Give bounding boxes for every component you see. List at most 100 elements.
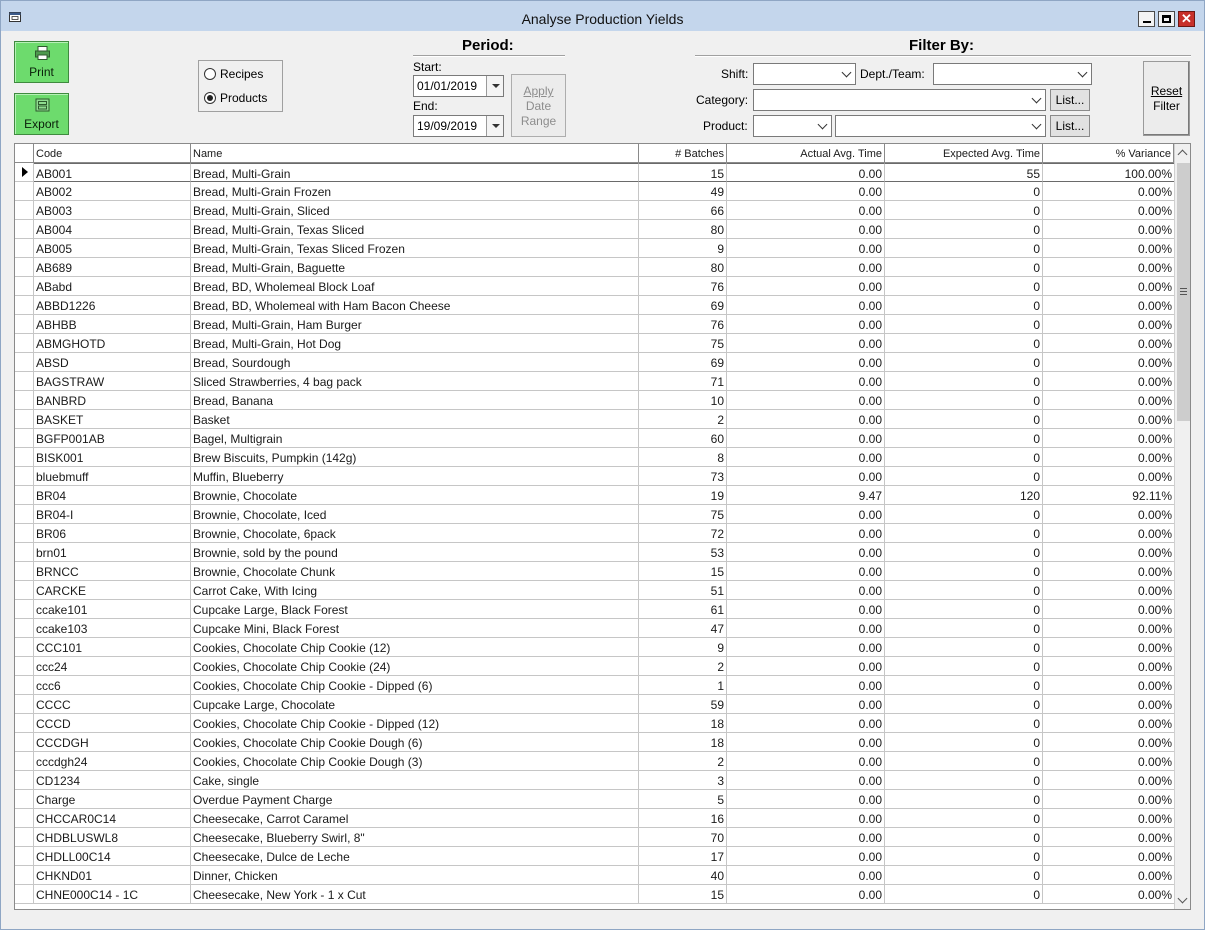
cell-batches[interactable]: 59 [639,695,727,714]
cell-batches[interactable]: 80 [639,258,727,277]
table-row[interactable]: BASKET Basket 2 0.00 0 0.00% [15,410,1174,429]
cell-name[interactable]: Bread, BD, Wholemeal Block Loaf [191,277,639,296]
table-row[interactable]: BRNCC Brownie, Chocolate Chunk 15 0.00 0 0.00… [15,562,1174,581]
row-selector[interactable] [15,334,34,353]
cell-code[interactable]: brn01 [34,543,191,562]
row-selector[interactable] [15,486,34,505]
cell-batches[interactable]: 5 [639,790,727,809]
table-row[interactable]: ccake103 Cupcake Mini, Black Forest 47 0.00… [15,619,1174,638]
cell-variance[interactable]: 0.00% [1043,429,1174,448]
row-selector[interactable] [15,771,34,790]
cell-batches[interactable]: 76 [639,277,727,296]
cell-batches[interactable]: 69 [639,296,727,315]
cell-variance[interactable]: 0.00% [1043,847,1174,866]
cell-variance[interactable]: 0.00% [1043,771,1174,790]
table-row[interactable]: CHKND01 Dinner, Chicken 40 0.00 0 0.00% [15,866,1174,885]
cell-variance[interactable]: 0.00% [1043,182,1174,201]
table-row[interactable]: ABabd Bread, BD, Wholemeal Block Loaf 76 0.… [15,277,1174,296]
row-selector[interactable] [15,391,34,410]
row-selector[interactable] [15,581,34,600]
cell-name[interactable]: Bread, Banana [191,391,639,410]
cell-actual-avg-time[interactable]: 0.00 [727,391,885,410]
cell-variance[interactable]: 0.00% [1043,372,1174,391]
cell-code[interactable]: Charge [34,790,191,809]
cell-variance[interactable]: 0.00% [1043,790,1174,809]
cell-actual-avg-time[interactable]: 0.00 [727,714,885,733]
cell-batches[interactable]: 70 [639,828,727,847]
cell-variance[interactable]: 0.00% [1043,733,1174,752]
cell-actual-avg-time[interactable]: 0.00 [727,182,885,201]
cell-expected-avg-time[interactable]: 0 [885,581,1043,600]
row-selector[interactable] [15,448,34,467]
product-select[interactable] [753,115,832,137]
cell-name[interactable]: Bread, Multi-Grain, Texas Sliced Frozen [191,239,639,258]
cell-expected-avg-time[interactable]: 0 [885,619,1043,638]
cell-name[interactable]: Brownie, Chocolate Chunk [191,562,639,581]
cell-actual-avg-time[interactable]: 0.00 [727,429,885,448]
cell-code[interactable]: AB003 [34,201,191,220]
product-list-button[interactable]: List... [1050,115,1090,137]
cell-name[interactable]: Overdue Payment Charge [191,790,639,809]
cell-actual-avg-time[interactable]: 0.00 [727,296,885,315]
cell-batches[interactable]: 49 [639,182,727,201]
cell-code[interactable]: CHDLL00C14 [34,847,191,866]
scroll-down-icon[interactable] [1175,892,1190,909]
scroll-up-icon[interactable] [1175,144,1190,161]
row-selector[interactable] [15,790,34,809]
row-selector[interactable] [15,353,34,372]
table-row[interactable]: AB002 Bread, Multi-Grain Frozen 49 0.00 0 0.0… [15,182,1174,201]
row-selector[interactable] [15,239,34,258]
row-selector[interactable] [15,562,34,581]
cell-actual-avg-time[interactable]: 0.00 [727,448,885,467]
vertical-scrollbar[interactable] [1174,144,1190,909]
table-row[interactable]: BAGSTRAW Sliced Strawberries, 4 bag pack 7… [15,372,1174,391]
cell-actual-avg-time[interactable]: 0.00 [727,163,885,182]
cell-expected-avg-time[interactable]: 0 [885,334,1043,353]
cell-variance[interactable]: 0.00% [1043,239,1174,258]
cell-batches[interactable]: 69 [639,353,727,372]
cell-name[interactable]: Carrot Cake, With Icing [191,581,639,600]
cell-actual-avg-time[interactable]: 0.00 [727,790,885,809]
cell-name[interactable]: Cookies, Chocolate Chip Cookie Dough (3) [191,752,639,771]
cell-expected-avg-time[interactable]: 0 [885,467,1043,486]
radio-products[interactable]: Products [204,90,282,108]
row-selector[interactable] [15,676,34,695]
cell-code[interactable]: BR04 [34,486,191,505]
cell-code[interactable]: CHNE000C14 - 1C [34,885,191,904]
cell-variance[interactable]: 92.11% [1043,486,1174,505]
cell-code[interactable]: CHKND01 [34,866,191,885]
cell-actual-avg-time[interactable]: 0.00 [727,201,885,220]
cell-batches[interactable]: 2 [639,410,727,429]
cell-expected-avg-time[interactable]: 120 [885,486,1043,505]
cell-actual-avg-time[interactable]: 0.00 [727,619,885,638]
row-selector[interactable] [15,600,34,619]
category-list-button[interactable]: List... [1050,89,1090,111]
cell-code[interactable]: CD1234 [34,771,191,790]
cell-variance[interactable]: 0.00% [1043,201,1174,220]
cell-actual-avg-time[interactable]: 0.00 [727,657,885,676]
cell-code[interactable]: CCCC [34,695,191,714]
cell-name[interactable]: Cake, single [191,771,639,790]
cell-batches[interactable]: 1 [639,676,727,695]
cell-variance[interactable]: 0.00% [1043,315,1174,334]
product-detail-select[interactable] [835,115,1046,137]
cell-code[interactable]: AB004 [34,220,191,239]
table-row[interactable]: CARCKE Carrot Cake, With Icing 51 0.00 0 0.00… [15,581,1174,600]
table-row[interactable]: AB005 Bread, Multi-Grain, Texas Sliced Fr… [15,239,1174,258]
cell-variance[interactable]: 0.00% [1043,809,1174,828]
table-row[interactable]: ABSD Bread, Sourdough 69 0.00 0 0.00% [15,353,1174,372]
radio-recipes[interactable]: Recipes [204,66,282,84]
cell-expected-avg-time[interactable]: 0 [885,638,1043,657]
cell-variance[interactable]: 0.00% [1043,334,1174,353]
cell-expected-avg-time[interactable]: 0 [885,201,1043,220]
table-row[interactable]: ccc6 Cookies, Chocolate Chip Cookie - Dip… [15,676,1174,695]
cell-code[interactable]: CHDBLUSWL8 [34,828,191,847]
cell-code[interactable]: AB005 [34,239,191,258]
cell-name[interactable]: Dinner, Chicken [191,866,639,885]
cell-code[interactable]: BISK001 [34,448,191,467]
row-selector[interactable] [15,467,34,486]
table-row[interactable]: CCCD Cookies, Chocolate Chip Cookie - Dip… [15,714,1174,733]
cell-name[interactable]: Cookies, Chocolate Chip Cookie Dough (6) [191,733,639,752]
table-row[interactable]: BANBRD Bread, Banana 10 0.00 0 0.00% [15,391,1174,410]
row-selector[interactable] [15,733,34,752]
